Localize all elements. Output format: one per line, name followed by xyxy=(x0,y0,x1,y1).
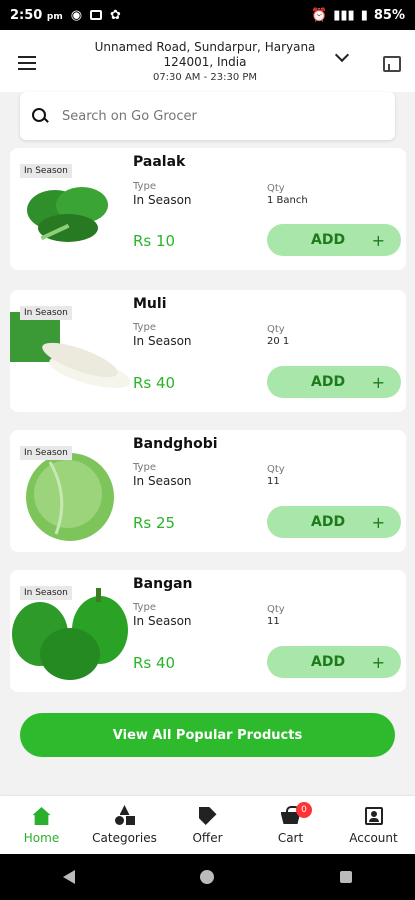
search-bar[interactable] xyxy=(20,92,395,140)
product-price: Rs 10 xyxy=(133,232,176,250)
nav-cart[interactable]: Cart xyxy=(249,796,332,854)
bottom-navigation: Home Categories Offer Cart Account xyxy=(0,796,415,854)
plus-icon: + xyxy=(371,230,385,250)
nav-home-label: Home xyxy=(23,831,60,845)
plus-icon: + xyxy=(371,372,385,392)
app-header: Unnamed Road, Sundarpur, Haryana 124001,… xyxy=(0,30,415,92)
type-value: In Season xyxy=(133,193,192,207)
add-label: ADD xyxy=(311,232,346,248)
qty-label: Qty xyxy=(267,464,285,475)
image-icon xyxy=(90,10,103,20)
battery-percent: 85% xyxy=(373,7,405,23)
product-card[interactable]: In Season Bandghobi Type In Season Qty 1… xyxy=(10,430,406,552)
qty-label: Qty xyxy=(267,324,285,335)
address-line2: 124001, India xyxy=(163,55,247,69)
add-button[interactable]: ADD + xyxy=(267,506,401,538)
search-section xyxy=(0,92,415,148)
qty-value: 20 1 xyxy=(267,336,290,347)
alarm-icon: ⏰ xyxy=(311,7,328,23)
signal-icon: ▮▮▮ xyxy=(333,7,355,23)
product-name: Muli xyxy=(133,296,167,312)
nav-categories-label: Categories xyxy=(92,831,157,845)
nav-home[interactable]: Home xyxy=(0,796,83,854)
nav-categories[interactable]: Categories xyxy=(83,796,166,854)
add-label: ADD xyxy=(311,514,346,530)
account-icon xyxy=(364,807,383,825)
add-label: ADD xyxy=(311,654,346,670)
add-button[interactable]: ADD + xyxy=(267,366,401,398)
back-icon[interactable] xyxy=(62,870,75,884)
qty-value: 11 xyxy=(267,616,280,627)
recent-apps-icon[interactable] xyxy=(340,871,353,883)
type-value: In Season xyxy=(133,474,192,488)
type-value: In Season xyxy=(133,334,192,348)
home-button-icon[interactable] xyxy=(200,870,215,884)
add-button[interactable]: ADD + xyxy=(267,646,401,678)
nav-cart-label: Cart xyxy=(277,831,304,845)
qty-label: Qty xyxy=(267,604,285,615)
in-season-badge: In Season xyxy=(20,446,72,460)
eye-icon: ◉ xyxy=(70,7,83,23)
type-label: Type xyxy=(133,462,156,473)
product-price: Rs 40 xyxy=(133,654,176,672)
status-bar: 2:50 pm ◉ ✿ ⏰ ▮▮▮ ▮ 85% xyxy=(0,0,415,30)
tag-icon xyxy=(198,807,217,825)
product-price: Rs 25 xyxy=(133,514,176,532)
product-card[interactable]: In Season Muli Type In Season Qty 20 1 R… xyxy=(10,290,406,412)
nav-offer-label: Offer xyxy=(192,831,223,845)
battery-icon: ▮ xyxy=(360,7,368,23)
nav-account-label: Account xyxy=(349,831,398,845)
type-label: Type xyxy=(133,181,156,192)
product-name: Bangan xyxy=(133,576,193,592)
search-icon xyxy=(32,108,48,124)
type-label: Type xyxy=(133,322,156,333)
qty-value: 1 Banch xyxy=(267,195,308,206)
type-label: Type xyxy=(133,602,156,613)
nav-account[interactable]: Account xyxy=(332,796,415,854)
in-season-badge: In Season xyxy=(20,306,72,320)
in-season-badge: In Season xyxy=(20,586,72,600)
cart-count-badge: 0 xyxy=(296,802,312,818)
store-icon[interactable] xyxy=(383,56,401,72)
notification-icon: ✿ xyxy=(110,7,121,23)
home-icon xyxy=(32,807,51,825)
plus-icon: + xyxy=(371,652,385,672)
product-card[interactable]: In Season Bangan Type In Season Qty 11 R… xyxy=(10,570,406,692)
product-price: Rs 40 xyxy=(133,374,176,392)
categories-icon xyxy=(114,805,136,827)
address-line1: Unnamed Road, Sundarpur, Haryana xyxy=(94,40,316,54)
plus-icon: + xyxy=(371,512,385,532)
system-navigation-bar xyxy=(0,854,415,900)
add-button[interactable]: ADD + xyxy=(267,224,401,256)
in-season-badge: In Season xyxy=(20,164,72,178)
product-card[interactable]: In Season Paalak Type In Season Qty 1 Ba… xyxy=(10,148,406,270)
qty-value: 11 xyxy=(267,476,280,487)
nav-offer[interactable]: Offer xyxy=(166,796,249,854)
product-name: Bandghobi xyxy=(133,436,218,452)
add-label: ADD xyxy=(311,374,346,390)
location-selector[interactable]: Unnamed Road, Sundarpur, Haryana 124001,… xyxy=(60,40,350,85)
menu-icon[interactable] xyxy=(18,56,36,70)
type-value: In Season xyxy=(133,614,192,628)
qty-label: Qty xyxy=(267,183,285,194)
store-hours: 07:30 AM - 23:30 PM xyxy=(152,72,258,83)
product-name: Paalak xyxy=(133,154,186,170)
view-all-popular-products-button[interactable]: View All Popular Products xyxy=(20,713,395,757)
status-time: 2:50 pm xyxy=(10,7,63,23)
search-input[interactable] xyxy=(62,108,362,124)
